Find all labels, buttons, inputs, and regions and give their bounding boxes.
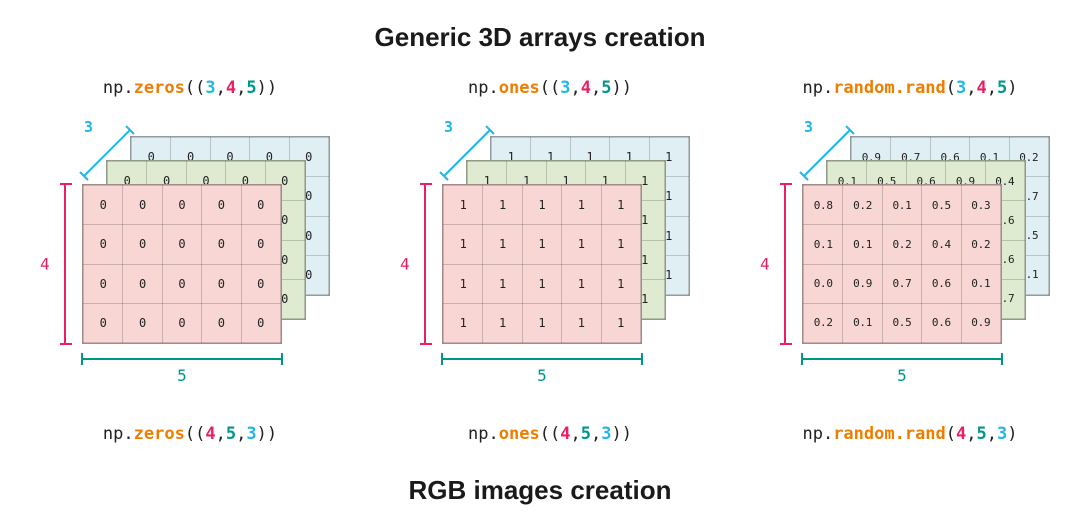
array-cell: 0.7 — [882, 264, 921, 303]
array-panel: np.ones((3,4,5))np.ones((4,5,3))11111111… — [380, 62, 720, 462]
array-cell: 0.6 — [922, 264, 961, 303]
array-cell: 1 — [562, 303, 601, 342]
dim-label-3: 3 — [84, 118, 93, 136]
array-panel: np.random.rand(3,4,5) np.random.rand(4,5,… — [740, 62, 1080, 462]
array-cell: 0.1 — [804, 225, 843, 264]
array-cell: 1 — [444, 303, 483, 342]
array-cell: 0 — [84, 225, 123, 264]
dim-label-5: 5 — [802, 366, 1002, 385]
array-cell: 0 — [202, 225, 241, 264]
array-cell: 1 — [601, 225, 640, 264]
array-cell: 0.2 — [804, 303, 843, 342]
array-cell: 1 — [444, 225, 483, 264]
array-cell: 1 — [562, 186, 601, 225]
array-cell: 0 — [123, 225, 162, 264]
array-cell: 1 — [601, 303, 640, 342]
array-cell: 0.9 — [843, 264, 882, 303]
array-cell: 0.3 — [961, 186, 1000, 225]
array-cell: 0.1 — [843, 303, 882, 342]
array-cell: 0 — [123, 264, 162, 303]
dim-label-4: 4 — [400, 255, 410, 274]
array-cell: 0 — [202, 186, 241, 225]
code-expression-bottom: np.random.rand(4,5,3) — [740, 424, 1080, 444]
array-cell: 1 — [522, 303, 561, 342]
page-title-top: Generic 3D arrays creation — [0, 22, 1080, 53]
array-cell: 0.9 — [961, 303, 1000, 342]
array-cell: 0.2 — [961, 225, 1000, 264]
array-cell: 0.5 — [882, 303, 921, 342]
dim-label-4: 4 — [40, 255, 50, 274]
array-cell: 0.1 — [843, 225, 882, 264]
array-layer: 00000000000000000000 — [82, 184, 282, 344]
dim-bracket-3: 3 — [798, 122, 858, 182]
array-layer: 0.80.20.10.50.30.10.10.20.40.20.00.90.70… — [802, 184, 1002, 344]
code-expression-bottom: np.ones((4,5,3)) — [380, 424, 720, 444]
array-cell: 0.1 — [882, 186, 921, 225]
array-cell: 1 — [522, 225, 561, 264]
array-panel: np.zeros((3,4,5))np.zeros((4,5,3))000000… — [20, 62, 360, 462]
dim-bracket-3: 3 — [438, 122, 498, 182]
array-cell: 0 — [162, 303, 201, 342]
array-cell: 1 — [483, 303, 522, 342]
dim-label-5: 5 — [82, 366, 282, 385]
array-cell: 0 — [162, 186, 201, 225]
code-expression-top: np.zeros((3,4,5)) — [20, 78, 360, 98]
dim-bracket-5: 5 — [802, 354, 1002, 388]
dim-bracket-5: 5 — [442, 354, 642, 388]
array-cell: 1 — [483, 225, 522, 264]
code-expression-top: np.ones((3,4,5)) — [380, 78, 720, 98]
array-cell: 1 — [522, 186, 561, 225]
array-cell: 0.1 — [961, 264, 1000, 303]
array-cell: 1 — [562, 264, 601, 303]
array-cell: 1 — [562, 225, 601, 264]
array-cell: 0.6 — [922, 303, 961, 342]
dim-bracket-5: 5 — [82, 354, 282, 388]
dim-label-4: 4 — [760, 255, 770, 274]
dim-bracket-4: 4 — [772, 184, 796, 344]
array-cell: 0 — [202, 264, 241, 303]
array-cell: 0.4 — [922, 225, 961, 264]
array-cell: 1 — [601, 264, 640, 303]
array-layer: 11111111111111111111 — [442, 184, 642, 344]
array-cell: 0 — [241, 186, 280, 225]
array-cell: 1 — [601, 186, 640, 225]
dim-label-3: 3 — [804, 118, 813, 136]
code-expression-bottom: np.zeros((4,5,3)) — [20, 424, 360, 444]
array-cell: 0 — [241, 303, 280, 342]
array-cell: 1 — [483, 264, 522, 303]
array-cell: 0 — [202, 303, 241, 342]
dim-label-3: 3 — [444, 118, 453, 136]
array-cell: 0.0 — [804, 264, 843, 303]
dim-label-5: 5 — [442, 366, 642, 385]
dim-bracket-4: 4 — [412, 184, 436, 344]
array-cell: 0 — [162, 264, 201, 303]
array-cell: 1 — [444, 264, 483, 303]
array-cell: 1 — [522, 264, 561, 303]
dim-bracket-4: 4 — [52, 184, 76, 344]
page-title-bottom: RGB images creation — [0, 475, 1080, 506]
dim-bracket-3: 3 — [78, 122, 138, 182]
array-cell: 0.2 — [882, 225, 921, 264]
code-expression-top: np.random.rand(3,4,5) — [740, 78, 1080, 98]
array-cell: 0 — [123, 303, 162, 342]
array-cell: 0 — [241, 264, 280, 303]
array-cell: 0 — [84, 264, 123, 303]
diagram-root: Generic 3D arrays creation RGB images cr… — [0, 0, 1080, 522]
array-cell: 0 — [241, 225, 280, 264]
array-cell: 0.5 — [922, 186, 961, 225]
array-cell: 0 — [162, 225, 201, 264]
array-cell: 0 — [84, 303, 123, 342]
